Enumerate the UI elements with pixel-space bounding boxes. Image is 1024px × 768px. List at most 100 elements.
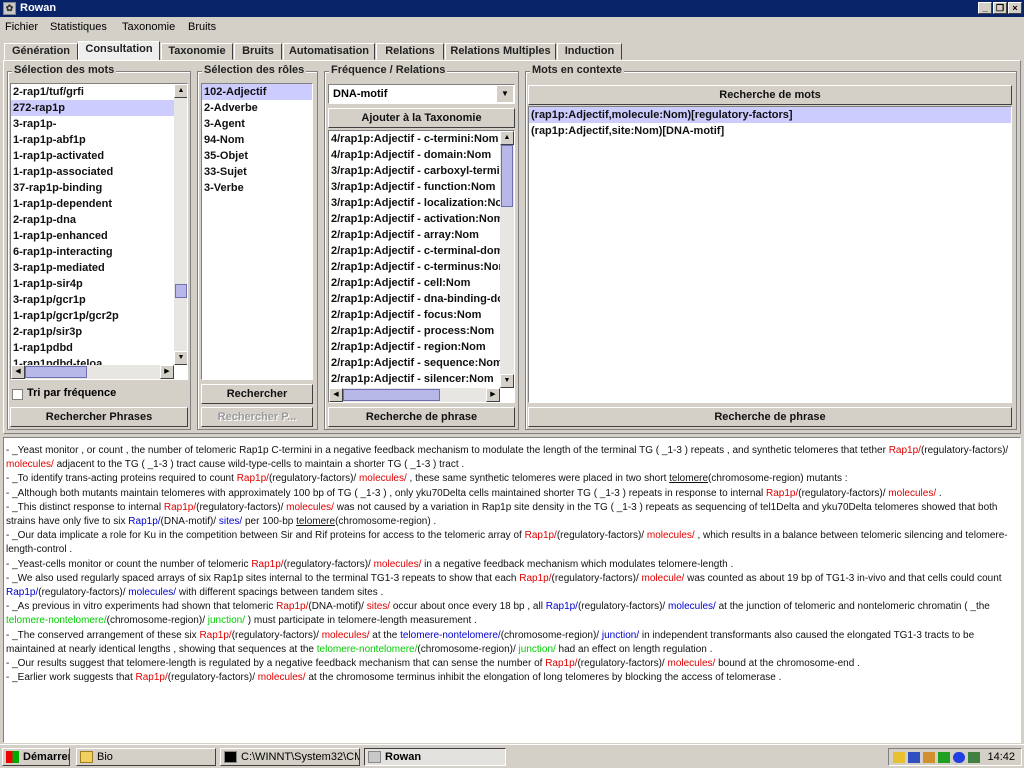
words-vscroll[interactable]: ▲ ▼ bbox=[174, 84, 187, 365]
rechercher-button[interactable]: Rechercher bbox=[201, 384, 313, 404]
list-item[interactable]: 1-rap1pdbd bbox=[11, 340, 174, 356]
list-item[interactable]: 4/rap1p:Adjectif - domain:Nom bbox=[329, 147, 500, 163]
list-item[interactable]: 3/rap1p:Adjectif - function:Nom bbox=[329, 179, 500, 195]
recherche-mots-button[interactable]: Recherche de mots bbox=[528, 85, 1012, 105]
menu-taxonomie[interactable]: Taxonomie bbox=[122, 21, 175, 33]
list-item[interactable]: 2-Adverbe bbox=[202, 100, 312, 116]
list-item[interactable]: 3-rap1p-mediated bbox=[11, 260, 174, 276]
search-phrases-button[interactable]: Rechercher Phrases bbox=[10, 407, 188, 427]
scroll-right-icon[interactable]: ▶ bbox=[486, 388, 500, 402]
relations-hscroll[interactable]: ◀ ▶ bbox=[329, 388, 500, 402]
list-item[interactable]: 1-rap1p-enhanced bbox=[11, 228, 174, 244]
menu-bruits[interactable]: Bruits bbox=[188, 21, 216, 33]
chevron-down-icon[interactable]: ▼ bbox=[497, 86, 513, 102]
tab-consultation[interactable]: Consultation bbox=[78, 41, 160, 61]
tab-taxonomie[interactable]: Taxonomie bbox=[161, 43, 233, 60]
scroll-thumb[interactable] bbox=[25, 366, 87, 378]
tab-relations-multiples[interactable]: Relations Multiples bbox=[445, 43, 556, 60]
scroll-left-icon[interactable]: ◀ bbox=[11, 365, 25, 379]
recherche-phrase-button-2[interactable]: Recherche de phrase bbox=[528, 407, 1012, 427]
scroll-left-icon[interactable]: ◀ bbox=[329, 388, 343, 402]
list-item[interactable]: 2/rap1p:Adjectif - cell:Nom bbox=[329, 275, 500, 291]
list-item[interactable]: 35-Objet bbox=[202, 148, 312, 164]
menu-fichier[interactable]: Fichier bbox=[5, 21, 38, 33]
taskbar-cmd[interactable]: C:\WINNT\System32\CM... bbox=[220, 748, 360, 766]
list-item[interactable]: 2/rap1p:Adjectif - array:Nom bbox=[329, 227, 500, 243]
tab-induction[interactable]: Induction bbox=[557, 43, 622, 60]
maximize-button[interactable]: ❐ bbox=[993, 2, 1007, 14]
tab-relations[interactable]: Relations bbox=[376, 43, 444, 60]
relation-type-select[interactable]: DNA-motif ▼ bbox=[328, 84, 515, 104]
list-item[interactable]: 272-rap1p bbox=[11, 100, 174, 116]
list-item[interactable]: 3-rap1p/gcr1p bbox=[11, 292, 174, 308]
menu-statistiques[interactable]: Statistiques bbox=[50, 21, 107, 33]
info-icon[interactable] bbox=[953, 752, 965, 763]
list-item[interactable]: 2/rap1p:Adjectif - sequence:Nom bbox=[329, 355, 500, 371]
list-item[interactable]: 2/rap1p:Adjectif - c-terminal-doma bbox=[329, 243, 500, 259]
list-item[interactable]: 3-rap1p- bbox=[11, 116, 174, 132]
scroll-right-icon[interactable]: ▶ bbox=[160, 365, 174, 379]
list-item[interactable]: 2-rap1p-dna bbox=[11, 212, 174, 228]
context-listbox[interactable]: (rap1p:Adjectif,molecule:Nom)[regulatory… bbox=[528, 106, 1012, 403]
taskbar-bio[interactable]: Bio bbox=[76, 748, 216, 766]
list-item[interactable]: 102-Adjectif bbox=[202, 84, 312, 100]
tab-bruits[interactable]: Bruits bbox=[234, 43, 282, 60]
scroll-down-icon[interactable]: ▼ bbox=[500, 374, 514, 388]
list-item[interactable]: 4/rap1p:Adjectif - c-termini:Nom bbox=[329, 131, 500, 147]
list-item[interactable]: 2-rap1/tuf/grfi bbox=[11, 84, 174, 100]
relations-vscroll[interactable]: ▲ ▼ bbox=[500, 131, 514, 388]
list-item[interactable]: 1-rap1p-activated bbox=[11, 148, 174, 164]
list-item[interactable]: 3-Agent bbox=[202, 116, 312, 132]
roles-listbox[interactable]: 102-Adjectif 2-Adverbe 3-Agent 94-Nom 35-Obj… bbox=[201, 83, 313, 380]
list-item[interactable]: 2/rap1p:Adjectif - dna-binding-dom bbox=[329, 291, 500, 307]
add-to-taxonomy-button[interactable]: Ajouter à la Taxonomie bbox=[328, 108, 515, 128]
ftp-icon[interactable] bbox=[938, 752, 950, 763]
list-item[interactable]: 1-rap1p-dependent bbox=[11, 196, 174, 212]
relations-listbox[interactable]: 4/rap1p:Adjectif - c-termini:Nom 4/rap1p:… bbox=[328, 130, 515, 403]
scroll-thumb[interactable] bbox=[343, 389, 440, 401]
taskbar-rowan[interactable]: Rowan bbox=[364, 748, 506, 766]
network-icon[interactable] bbox=[908, 752, 920, 763]
list-item[interactable]: 1-rap1p/gcr1p/gcr2p bbox=[11, 308, 174, 324]
minimize-button[interactable]: _ bbox=[978, 2, 992, 14]
start-button[interactable]: Démarrer bbox=[2, 748, 70, 766]
close-button[interactable]: × bbox=[1008, 2, 1022, 14]
list-item[interactable]: 2/rap1p:Adjectif - silencer:Nom bbox=[329, 371, 500, 387]
speaker-icon[interactable] bbox=[893, 752, 905, 763]
list-item[interactable]: (rap1p:Adjectif,molecule:Nom)[regulatory… bbox=[529, 107, 1011, 123]
tab-generation[interactable]: Génération bbox=[4, 43, 78, 60]
words-hscroll[interactable]: ◀ ▶ bbox=[11, 365, 174, 379]
list-item[interactable]: 2/rap1p:Adjectif - process:Nom bbox=[329, 323, 500, 339]
list-item[interactable]: 3/rap1p:Adjectif - localization:Nom bbox=[329, 195, 500, 211]
list-item[interactable]: 2/rap1p:Adjectif - focus:Nom bbox=[329, 307, 500, 323]
tab-automatisation[interactable]: Automatisation bbox=[283, 43, 375, 60]
monitor-icon[interactable] bbox=[968, 752, 980, 763]
list-item[interactable]: 1-rap1p-abf1p bbox=[11, 132, 174, 148]
scroll-thumb[interactable] bbox=[501, 145, 513, 207]
list-item[interactable]: (rap1p:Adjectif,site:Nom)[DNA-motif] bbox=[529, 123, 1011, 139]
list-item[interactable]: 37-rap1p-binding bbox=[11, 180, 174, 196]
list-item[interactable]: 2/rap1p:Adjectif - region:Nom bbox=[329, 339, 500, 355]
list-item[interactable]: 3/rap1p:Adjectif - carboxyl-terminu bbox=[329, 163, 500, 179]
list-item[interactable]: 2-rap1p/sir3p bbox=[11, 324, 174, 340]
scroll-down-icon[interactable]: ▼ bbox=[174, 351, 187, 365]
list-item[interactable]: 1-rap1p-associated bbox=[11, 164, 174, 180]
scroll-up-icon[interactable]: ▲ bbox=[500, 131, 514, 145]
scroll-thumb[interactable] bbox=[175, 284, 187, 298]
list-item[interactable]: 94-Nom bbox=[202, 132, 312, 148]
tool-icon[interactable] bbox=[923, 752, 935, 763]
sentence-text: - _Our data implicate a role for Ku in t… bbox=[6, 530, 525, 542]
list-item[interactable]: 1-rap1p-sir4p bbox=[11, 276, 174, 292]
list-item[interactable]: 33-Sujet bbox=[202, 164, 312, 180]
list-item[interactable]: 2/rap1p:Adjectif - c-terminus:Nom bbox=[329, 259, 500, 275]
recherche-phrase-button-1[interactable]: Recherche de phrase bbox=[328, 407, 515, 427]
sentences-textarea[interactable]: - _Yeast monitor , or count , the number… bbox=[3, 437, 1021, 743]
list-item[interactable]: 6-rap1p-interacting bbox=[11, 244, 174, 260]
list-item[interactable]: 3-Verbe bbox=[202, 180, 312, 196]
app-icon[interactable]: ✿ bbox=[3, 2, 16, 15]
list-item[interactable]: 1-rap1pdbd-teloa bbox=[11, 356, 174, 365]
words-listbox[interactable]: 2-rap1/tuf/grfi 272-rap1p 3-rap1p- 1-rap1p-… bbox=[10, 83, 188, 380]
scroll-up-icon[interactable]: ▲ bbox=[174, 84, 187, 98]
freq-sort-checkbox[interactable] bbox=[12, 389, 23, 400]
list-item[interactable]: 2/rap1p:Adjectif - activation:Nom bbox=[329, 211, 500, 227]
